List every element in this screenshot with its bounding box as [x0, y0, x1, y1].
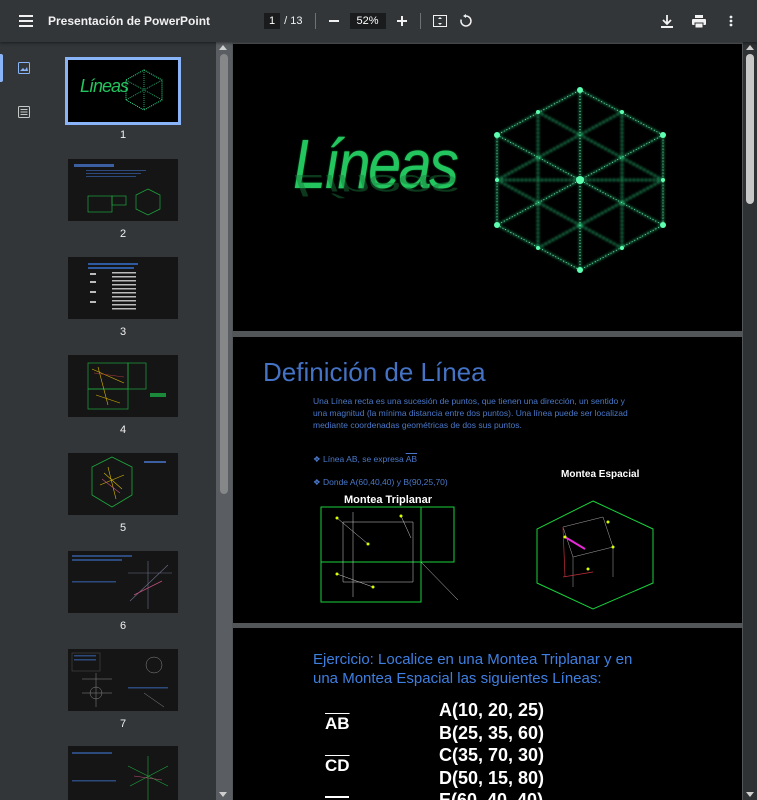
outline-view-icon[interactable] — [0, 98, 48, 126]
thumbnails-view-icon[interactable] — [0, 54, 48, 82]
thumbnail-number: 7 — [119, 718, 127, 730]
bullet-text: Línea AB, se expresa — [322, 454, 404, 464]
print-icon[interactable] — [683, 5, 715, 37]
thumbnail-page-3[interactable] — [68, 257, 178, 319]
bullet-icon: ❖ — [313, 477, 323, 487]
zoom-in-button[interactable] — [390, 5, 414, 37]
scroll-down-arrow[interactable] — [746, 792, 754, 797]
rotate-icon[interactable] — [453, 5, 479, 37]
point-b: B(25, 35, 60) — [439, 723, 545, 743]
thumbnail-page-5[interactable] — [68, 453, 178, 515]
thumbnail-number: 1 — [119, 129, 127, 141]
zoom-input[interactable]: 52% — [349, 13, 386, 29]
thumbnail-page-1[interactable]: Líneas — [65, 57, 181, 125]
point-d: D(50, 15, 80) — [439, 768, 545, 788]
line-label-ef-overline — [325, 796, 349, 798]
thumbnail-page-8[interactable] — [68, 746, 178, 800]
hexagon-graphic — [494, 87, 666, 273]
espacial-diagram — [536, 500, 654, 610]
scroll-up-arrow[interactable] — [219, 45, 227, 50]
thumbnail-page-7[interactable] — [68, 649, 178, 711]
bullet-line-ab: ❖ Línea AB, se expresa AB — [313, 454, 417, 465]
point-c: C(35, 70, 30) — [439, 745, 545, 765]
thumbnail-page-2[interactable] — [68, 159, 178, 221]
thumbnail-page-4[interactable] — [68, 355, 178, 417]
bullet-text: Donde A(60,40,40) y B(90,25,70) — [322, 477, 448, 487]
thumbnails-panel: Líneas 1 2 3 4 5 6 7 — [48, 42, 216, 800]
fit-page-button[interactable] — [427, 5, 453, 37]
thumb-title: Líneas — [80, 76, 129, 96]
line-label-cd: CD — [325, 756, 350, 775]
sidebar-rail — [0, 42, 48, 800]
definition-text: Una Línea recta es una sucesión de punto… — [313, 396, 628, 430]
scroll-up-arrow[interactable] — [746, 45, 754, 50]
divider — [314, 13, 316, 29]
point-e: E(60, 40, 40) — [439, 790, 544, 800]
thumbnail-number: 6 — [119, 620, 127, 632]
thumbnails-scrollbar[interactable] — [216, 42, 232, 800]
slide-page-2: Definición de Línea Una Línea recta es u… — [233, 337, 742, 623]
point-a: A(10, 20, 25) — [439, 700, 545, 720]
segment-symbol: AB — [405, 454, 418, 464]
scroll-down-arrow[interactable] — [219, 792, 227, 797]
label-montea-espacial: Montea Espacial — [561, 469, 640, 480]
zoom-out-button[interactable] — [322, 5, 346, 37]
slide-title: Definición de Línea — [263, 357, 486, 387]
document-scrollbar[interactable] — [743, 42, 757, 800]
bullet-coordinates: ❖ Donde A(60,40,40) y B(90,25,70) — [313, 477, 448, 488]
thumbnail-number: 3 — [119, 326, 127, 338]
slide-page-3: Ejercicio: Localice en una Montea Tripla… — [233, 628, 742, 800]
scrollbar-thumb[interactable] — [746, 54, 754, 204]
download-icon[interactable] — [651, 5, 683, 37]
page-number-input[interactable]: 1 — [264, 13, 281, 29]
title-reflection: Líneas — [293, 168, 457, 204]
scrollbar-thumb[interactable] — [220, 54, 228, 494]
thumbnail-page-6[interactable] — [68, 551, 178, 613]
triplanar-diagram — [320, 506, 459, 603]
line-label-ab: AB — [325, 714, 350, 733]
document-title: Presentación de PowerPoint — [48, 14, 211, 28]
divider — [419, 13, 421, 29]
more-options-icon[interactable] — [715, 5, 747, 37]
menu-icon[interactable] — [10, 5, 42, 37]
pdf-toolbar: Presentación de PowerPoint 1 / 13 52% — [0, 0, 757, 42]
page-total: / 13 — [284, 15, 303, 27]
thumbnail-number: 2 — [119, 228, 127, 240]
thumbnail-number: 4 — [119, 424, 127, 436]
slide-page-1: Líneas Líneas — [233, 44, 742, 331]
thumbnail-number: 5 — [119, 522, 127, 534]
exercise-title: Ejercicio: Localice en una Montea Tripla… — [313, 651, 633, 687]
bullet-icon: ❖ — [313, 454, 323, 464]
